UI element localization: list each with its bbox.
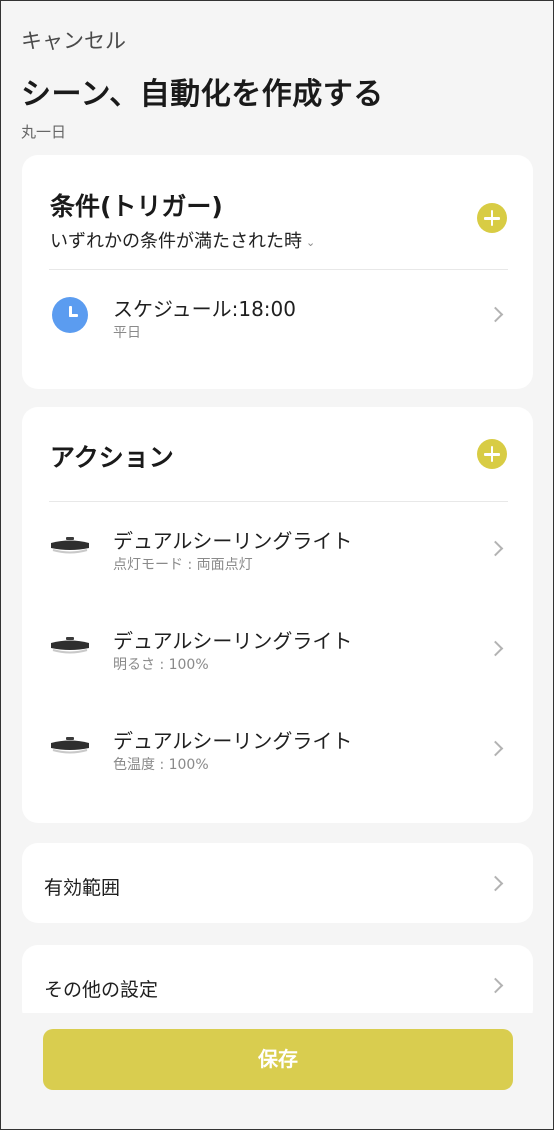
ceiling-light-icon	[51, 537, 89, 554]
chevron-right-icon	[487, 977, 504, 994]
screen: キャンセル シーン、自動化を作成する 丸一日 条件(トリガー) いずれかの条件が…	[0, 0, 554, 1130]
action-item[interactable]: デュアルシーリングライト 色温度 : 100%	[22, 717, 533, 781]
action-item-subtitle: 色温度 : 100%	[113, 757, 209, 773]
trigger-item-schedule[interactable]: スケジュール:18:00 平日	[22, 285, 533, 345]
condition-mode-selector[interactable]: いずれかの条件が満たされた時 ⌄	[50, 227, 315, 253]
chevron-right-icon	[487, 540, 504, 557]
divider	[49, 501, 508, 502]
cancel-button[interactable]: キャンセル	[21, 25, 126, 55]
scope-row[interactable]: 有効範囲	[22, 843, 533, 923]
clock-icon	[52, 297, 88, 333]
add-action-button[interactable]	[477, 439, 507, 469]
action-card: アクション デュアルシーリングライト 点灯モード : 両面点灯 デュアルシーリン…	[22, 407, 533, 823]
chevron-down-icon: ⌄	[306, 235, 316, 249]
page-title: シーン、自動化を作成する	[21, 77, 384, 112]
action-item-title: デュアルシーリングライト	[113, 629, 353, 653]
chevron-right-icon	[487, 306, 504, 323]
chevron-right-icon	[487, 875, 504, 892]
chevron-right-icon	[487, 640, 504, 657]
trigger-card: 条件(トリガー) いずれかの条件が満たされた時 ⌄ スケジュール:18:00 平日	[22, 155, 533, 389]
chevron-right-icon	[487, 740, 504, 757]
action-item-subtitle: 明るさ : 100%	[113, 657, 209, 673]
action-item-title: デュアルシーリングライト	[113, 529, 353, 553]
other-settings-label: その他の設定	[44, 979, 159, 1001]
ceiling-light-icon	[51, 737, 89, 754]
condition-mode-label: いずれかの条件が満たされた時	[50, 231, 302, 252]
trigger-item-title: スケジュール:18:00	[113, 297, 296, 321]
action-item-title: デュアルシーリングライト	[113, 729, 353, 753]
save-button[interactable]: 保存	[43, 1029, 513, 1090]
trigger-item-subtitle: 平日	[113, 325, 141, 341]
add-trigger-button[interactable]	[477, 203, 507, 233]
ceiling-light-icon	[51, 637, 89, 654]
trigger-section-title: 条件(トリガー)	[50, 192, 223, 221]
action-item-subtitle: 点灯モード : 両面点灯	[113, 557, 253, 573]
action-item[interactable]: デュアルシーリングライト 明るさ : 100%	[22, 617, 533, 681]
action-section-title: アクション	[50, 443, 174, 472]
scope-label: 有効範囲	[44, 877, 121, 899]
home-name: 丸一日	[21, 123, 67, 141]
action-item[interactable]: デュアルシーリングライト 点灯モード : 両面点灯	[22, 517, 533, 581]
divider	[49, 269, 508, 270]
